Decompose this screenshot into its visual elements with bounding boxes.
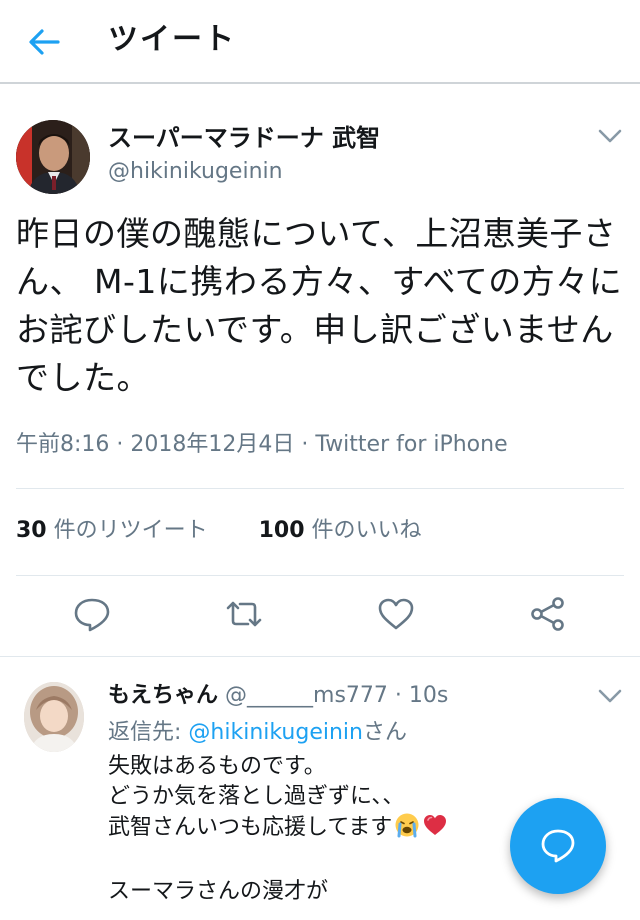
author-avatar[interactable] [16,120,90,194]
compose-reply-button[interactable] [510,798,606,894]
tweet-date[interactable]: 2018年12月4日 [130,432,294,457]
chevron-down-icon[interactable] [596,686,624,706]
retweet-icon[interactable] [224,596,264,632]
meta-separator: · [301,432,309,457]
reply-icon[interactable] [72,596,112,632]
page-title: ツイート [108,22,236,57]
meta-separator: · [116,432,124,457]
like-icon[interactable] [376,596,416,632]
reply-author-name[interactable]: もえちゃん [108,683,218,708]
reply-header: もえちゃん @______ms777 · 10s [108,680,448,712]
likes-count: 100 [258,518,305,543]
tweet-text: 昨日の僕の醜態について、上沼恵美子さん、 M-1に携わる方々、すべての方々にお詫… [16,214,623,397]
author-name[interactable]: スーパーマラドーナ 武智 [108,122,380,154]
retweets-count: 30 [16,518,47,543]
reply-author-avatar[interactable] [24,682,84,752]
likes-label: 件のいいね [304,518,422,543]
author-handle[interactable]: @hikinikugeinin [108,158,283,186]
reply-time[interactable]: 10s [409,683,448,708]
reply-bubble-icon [541,829,575,863]
tweet-stats: 30 件のリツイート 100 件のいいね [16,514,422,548]
tweet-meta: 午前8:16 · 2018年12月4日 · Twitter for iPhone [16,428,508,462]
retweets-label: 件のリツイート [46,518,208,543]
heart-icon [422,812,448,847]
retweets-stat[interactable]: 30 件のリツイート [16,514,208,548]
tweet-source[interactable]: Twitter for iPhone [315,432,507,457]
reply-to-mention[interactable]: @hikinikugeinin [188,720,363,745]
likes-stat[interactable]: 100 件のいいね [259,514,422,548]
chevron-down-icon[interactable] [596,126,624,146]
reply-separator: · [394,683,402,708]
top-app-bar: ツイート [0,0,640,84]
divider [16,488,624,489]
share-icon[interactable] [528,596,568,632]
divider [0,656,640,657]
reply-to-prefix: 返信先: [108,720,189,745]
crying-face-icon [394,812,420,847]
back-arrow-icon[interactable] [24,24,64,60]
divider [16,575,624,576]
reply-author-handle[interactable]: @______ms777 [225,683,388,708]
reply-line-text: 武智さんいつも応援してます [108,815,393,840]
reply-line: 失敗はあるものです。 [108,754,326,779]
tweet-time[interactable]: 午前8:16 [16,432,109,457]
reply-to-suffix: さん [363,720,408,745]
replying-to: 返信先: @hikinikugeininさん [108,718,407,748]
